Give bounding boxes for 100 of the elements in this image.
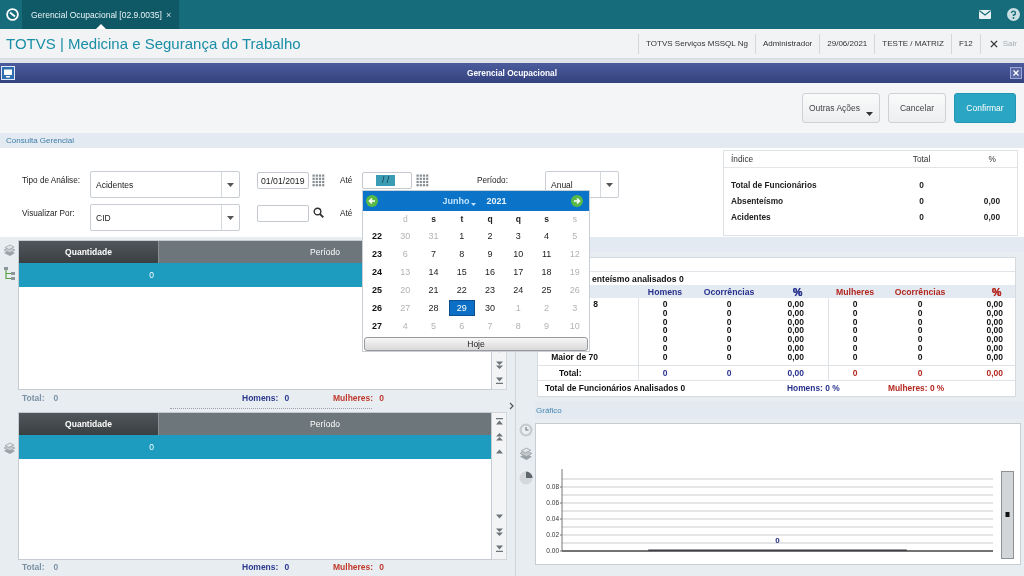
column-header[interactable]: Período bbox=[159, 413, 491, 435]
table-cell: 0 bbox=[852, 308, 858, 318]
scroll-to-bottom-icon[interactable] bbox=[494, 376, 504, 385]
header-info: TESTE / MATRIZ bbox=[882, 39, 944, 48]
table-cell: 0 bbox=[852, 344, 858, 353]
arrow-left-icon[interactable] bbox=[366, 195, 378, 207]
caret-down-icon[interactable] bbox=[471, 202, 477, 206]
table-cell: 0 bbox=[852, 367, 858, 378]
weekday-label: s bbox=[572, 214, 577, 224]
app-tab[interactable]: Gerencial Ocupacional [02.9.0035] × bbox=[22, 0, 180, 29]
table-cell: 0 bbox=[852, 326, 858, 336]
calendar-day[interactable]: 7 bbox=[420, 246, 447, 262]
page-down-icon[interactable] bbox=[494, 361, 504, 370]
help-icon[interactable] bbox=[1007, 8, 1020, 21]
search-icon[interactable] bbox=[313, 207, 324, 218]
week-number: 22 bbox=[372, 231, 383, 241]
column-header: % bbox=[792, 285, 802, 298]
table-cell: 0 bbox=[662, 344, 668, 353]
hierarchy-icon[interactable] bbox=[2, 266, 16, 281]
page-down-icon[interactable] bbox=[494, 528, 504, 537]
date-field[interactable]: / / bbox=[362, 172, 412, 189]
footer-label: Mulheres: bbox=[333, 562, 374, 572]
dropdown[interactable]: CID bbox=[90, 204, 240, 231]
column-header: % bbox=[988, 154, 996, 164]
table-cell: 0 bbox=[662, 300, 668, 309]
weekday-label: d bbox=[403, 214, 408, 224]
actions-menu-button[interactable]: Outras Ações bbox=[802, 93, 880, 123]
today-button[interactable]: Hoje bbox=[364, 337, 588, 351]
table-cell: 0,00 bbox=[986, 367, 1003, 378]
table-cell: 0 bbox=[149, 442, 154, 452]
table-cell: 0 bbox=[726, 335, 732, 344]
stacked-sheets-icon[interactable] bbox=[2, 442, 16, 455]
footer-value: 0 bbox=[284, 392, 290, 403]
row-label: Acidentes bbox=[731, 212, 771, 222]
scrollbar[interactable] bbox=[1001, 471, 1014, 559]
window-icon bbox=[1, 66, 15, 80]
calendar-day[interactable]: 24 bbox=[505, 282, 532, 298]
date-field[interactable]: 01/01/2019 bbox=[257, 172, 309, 189]
table-cell: 0 bbox=[662, 335, 668, 344]
weekday-label: s bbox=[431, 214, 436, 224]
stacked-sheets-icon[interactable] bbox=[518, 447, 533, 461]
pie-chart-icon[interactable] bbox=[518, 471, 533, 485]
week-number: 23 bbox=[372, 249, 383, 259]
chevron-right-icon[interactable] bbox=[508, 402, 514, 410]
mail-icon[interactable] bbox=[979, 10, 991, 19]
cancel-button[interactable]: Cancelar bbox=[888, 93, 946, 123]
dropdown[interactable]: Acidentes bbox=[90, 171, 240, 198]
table-cell: 0 bbox=[919, 180, 924, 190]
calendar-day[interactable]: 29 bbox=[448, 300, 475, 316]
table-cell: 0 bbox=[726, 367, 732, 378]
calendar-icon[interactable] bbox=[416, 174, 429, 187]
calendar-day[interactable]: 3 bbox=[505, 228, 532, 244]
column-header[interactable]: Quantidade bbox=[19, 413, 159, 435]
calendar-day[interactable]: 15 bbox=[448, 264, 475, 280]
table-cell: 0 bbox=[662, 367, 668, 378]
close-icon[interactable] bbox=[1010, 67, 1022, 79]
column-header[interactable]: Quantidade bbox=[19, 241, 159, 263]
calendar-day[interactable]: 4 bbox=[533, 228, 560, 244]
stacked-sheets-icon[interactable] bbox=[2, 244, 16, 257]
calendar-day[interactable]: 18 bbox=[533, 264, 560, 280]
calendar-day[interactable]: 8 bbox=[448, 246, 475, 262]
table-cell: 0 bbox=[726, 300, 732, 309]
calendar-day[interactable]: 17 bbox=[505, 264, 532, 280]
table-cell: 0 bbox=[662, 352, 668, 362]
section-title: Consulta Gerencial bbox=[6, 136, 75, 145]
table-cell: 0 bbox=[917, 317, 923, 327]
lookup-field[interactable] bbox=[257, 205, 309, 222]
calendar-icon[interactable] bbox=[312, 174, 325, 187]
year-label[interactable]: 2021 bbox=[486, 196, 507, 206]
table-cell: 0,00 bbox=[983, 212, 1000, 222]
tab-close-button[interactable]: × bbox=[165, 9, 172, 20]
weekday-label: s bbox=[544, 214, 549, 224]
table-cell: 0,00 bbox=[787, 352, 804, 362]
footer-value: 0 bbox=[53, 562, 59, 572]
calendar-day[interactable]: 28 bbox=[420, 300, 447, 316]
column-header: Índice bbox=[731, 154, 754, 164]
summary-text: Total de Funcionários Analisados 0 bbox=[545, 383, 686, 394]
table-cell: 0 bbox=[852, 335, 858, 344]
table-cell: 0,00 bbox=[787, 308, 804, 318]
table-cell: 0 bbox=[726, 352, 732, 362]
calendar-day[interactable]: 10 bbox=[505, 246, 532, 262]
calendar-day[interactable]: 30 bbox=[477, 300, 504, 316]
scroll-up-icon[interactable] bbox=[494, 447, 504, 456]
calendar-day[interactable]: 11 bbox=[533, 246, 560, 262]
arrow-right-icon[interactable] bbox=[571, 195, 583, 207]
table-cell: 0 bbox=[917, 300, 923, 309]
calendar-day[interactable]: 25 bbox=[533, 282, 560, 298]
calendar-day[interactable]: 2 bbox=[477, 228, 504, 244]
calendar-day[interactable]: 14 bbox=[420, 264, 447, 280]
table-cell: 0 bbox=[919, 196, 924, 206]
calendar-day[interactable]: 1 bbox=[448, 228, 475, 244]
column-header: Mulheres bbox=[835, 286, 875, 297]
scroll-to-bottom-icon[interactable] bbox=[494, 544, 504, 553]
month-dropdown[interactable]: Junho bbox=[442, 196, 470, 206]
scroll-down-icon[interactable] bbox=[494, 512, 504, 521]
table-cell: 0 bbox=[726, 344, 732, 353]
logo-icon[interactable] bbox=[6, 8, 19, 21]
page-up-icon[interactable] bbox=[494, 432, 504, 441]
scroll-to-top-icon[interactable] bbox=[494, 417, 504, 426]
header-info: Administrador bbox=[762, 39, 813, 48]
